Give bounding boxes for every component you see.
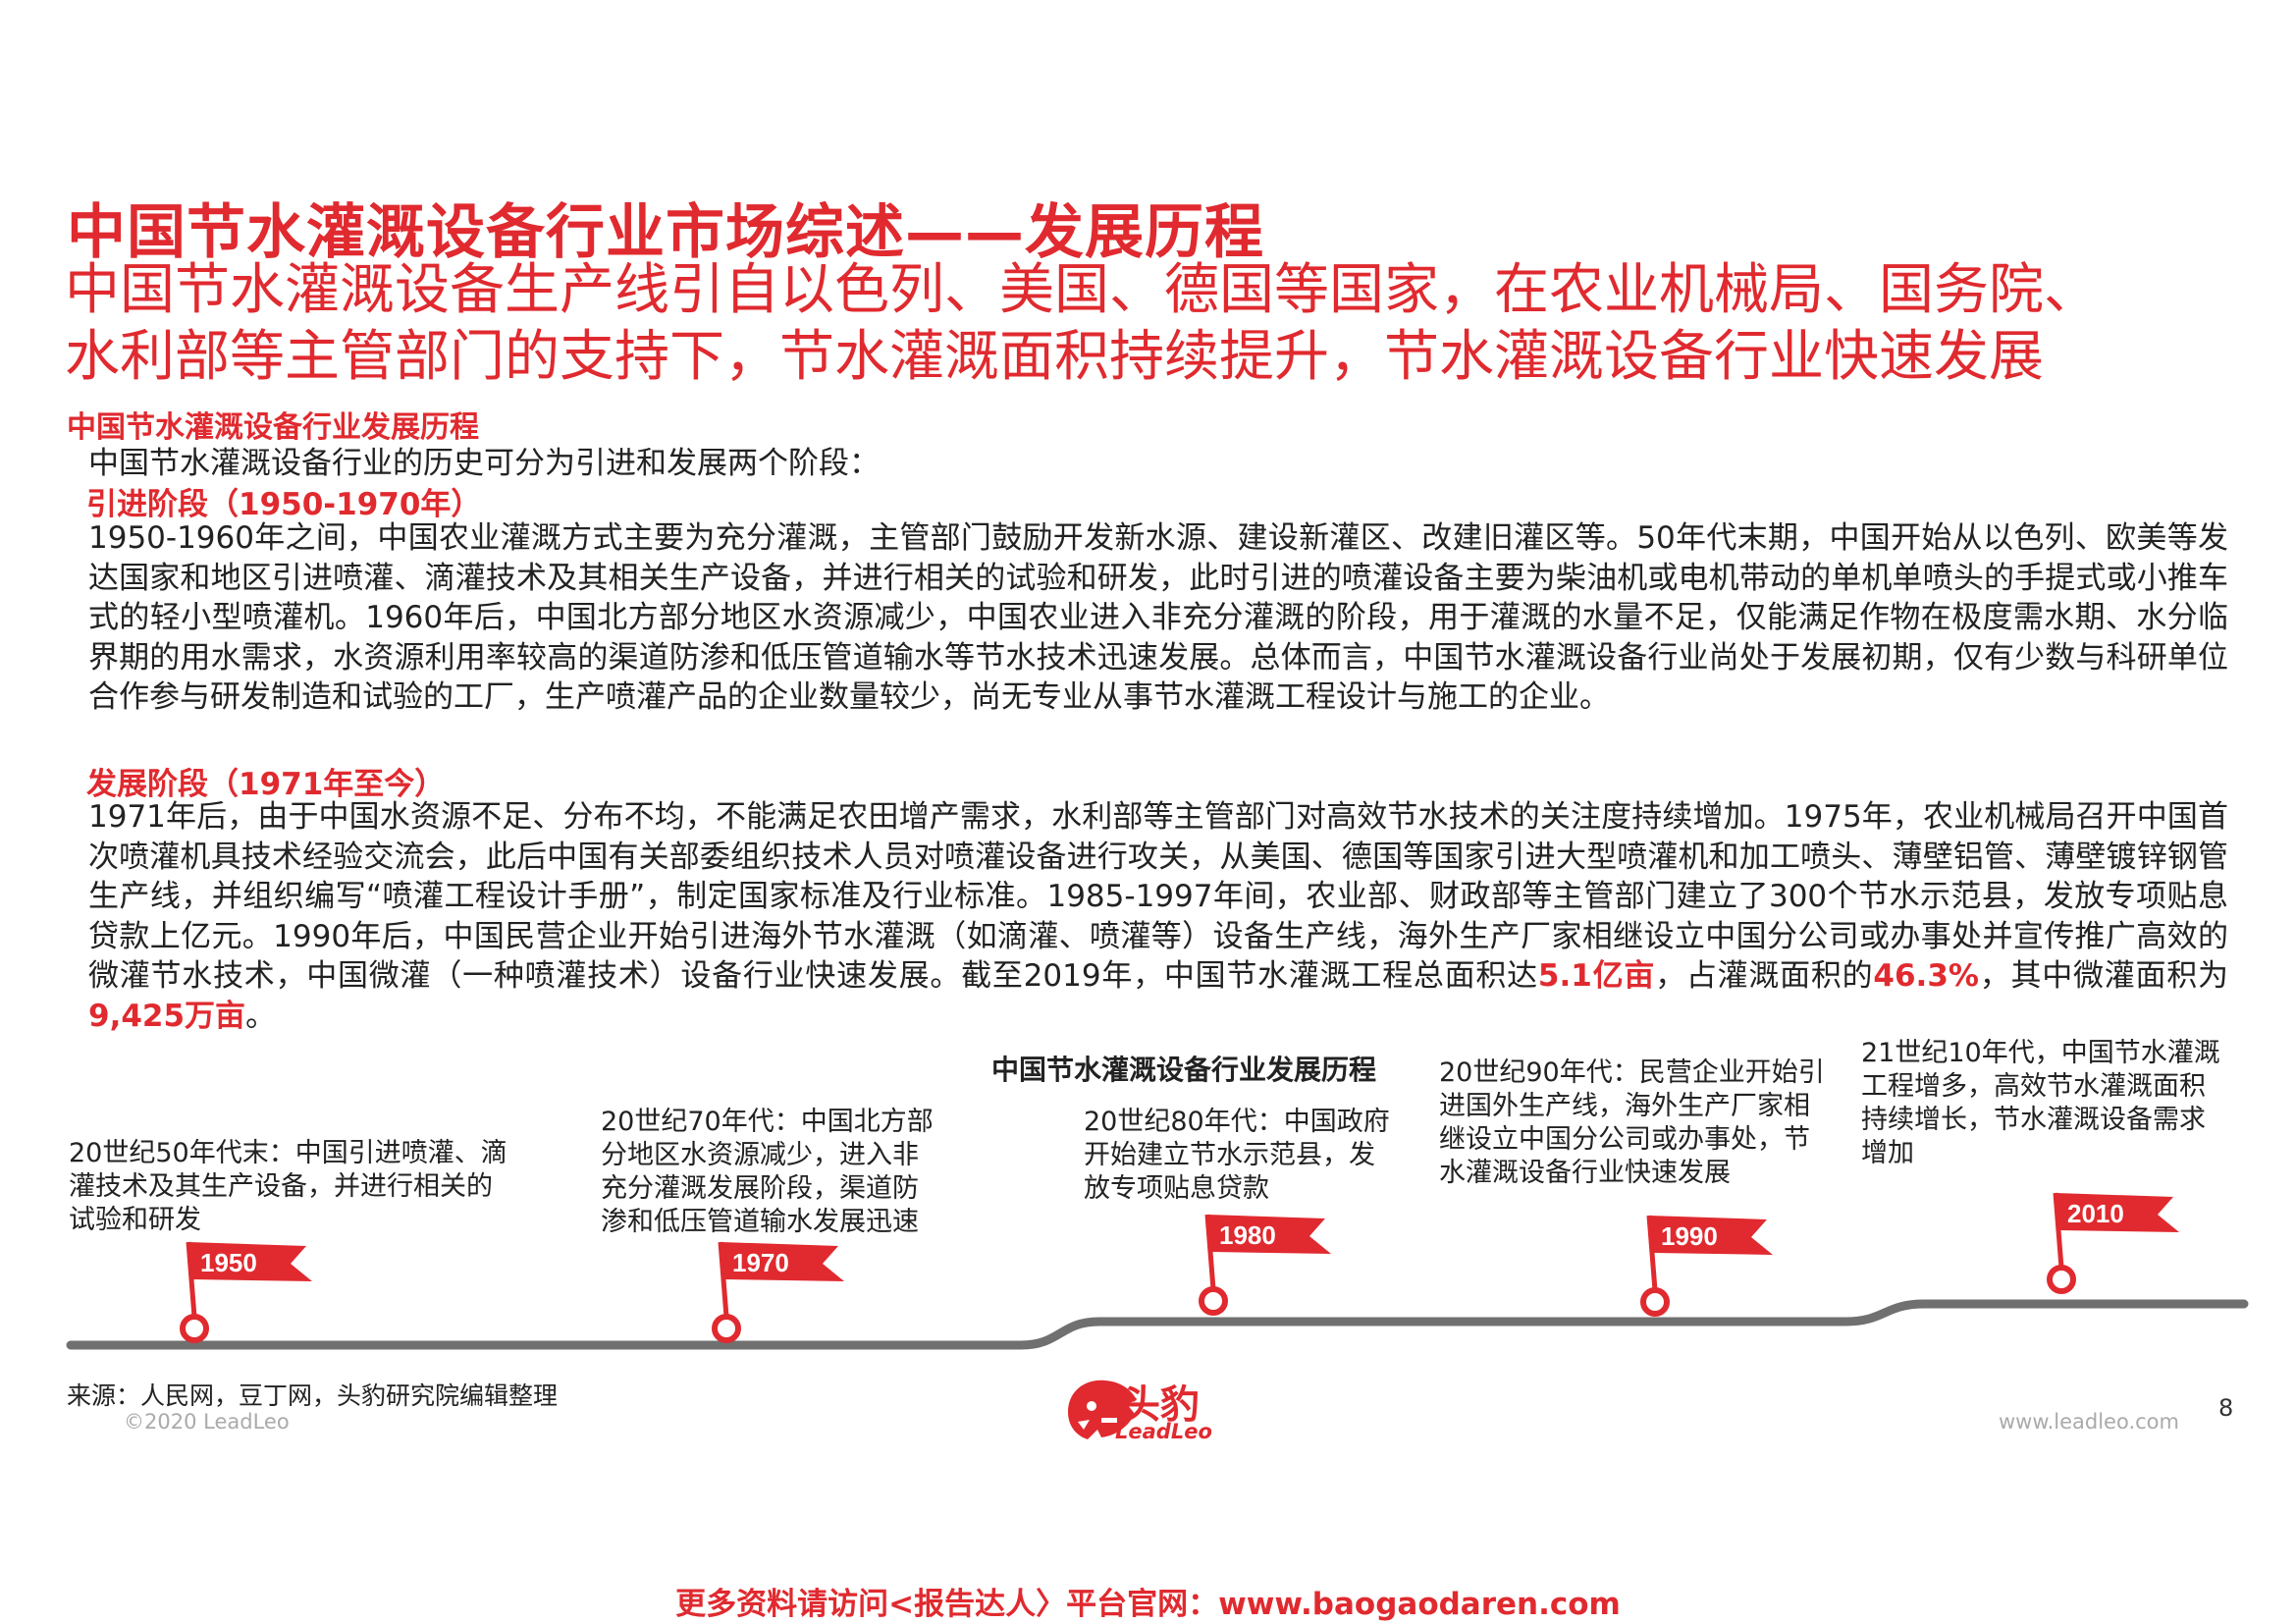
event-text-line: 21世纪10年代，中国节水灌溉 (1861, 1038, 2220, 1068)
event-text-line: 灌技术及其生产设备，并进行相关的 (69, 1171, 493, 1202)
event-text-line: 充分灌溉发展阶段，渠道防 (601, 1173, 919, 1204)
event-text-line: 20世纪70年代：中国北方部 (601, 1107, 934, 1137)
timeline-marker (1640, 1287, 1670, 1317)
timeline-event-1970: 20世纪70年代：中国北方部 分地区水资源减少，进入非 充分灌溉发展阶段，渠道防 渗和… (601, 1106, 934, 1239)
flag-year-label: 1990 (1661, 1221, 1718, 1251)
timeline-event-2010: 21世纪10年代，中国节水灌溉 工程增多，高效节水灌溉面积 持续增长，节水灌溉设备需… (1861, 1037, 2220, 1170)
event-text-line: 20世纪50年代末：中国引进喷灌、滴 (69, 1138, 507, 1168)
event-text-line: 工程增多，高效节水灌溉面积 (1861, 1071, 2206, 1102)
timeline-marker (2047, 1265, 2076, 1294)
timeline-marker (1199, 1286, 1228, 1316)
more-resources-link[interactable]: 更多资料请访问<报告达人〉平台官网：www.baogaodaren.com (0, 1579, 2296, 1623)
timeline-event-1950: 20世纪50年代末：中国引进喷灌、滴 灌技术及其生产设备，并进行相关的 试验和研发 (69, 1137, 507, 1237)
event-text-line: 分地区水资源减少，进入非 (601, 1140, 919, 1170)
event-text-line: 继设立中国分公司或办事处，节 (1439, 1124, 1810, 1155)
event-text-line: 渗和低压管道输水发展迅速 (601, 1207, 919, 1237)
timeline-flag-1950: 1950 (180, 1241, 312, 1343)
page-number: 8 (2218, 1394, 2234, 1422)
event-text-line: 放专项贴息贷款 (1084, 1173, 1269, 1204)
brand-name-en: LeadLeo (1115, 1420, 1212, 1443)
website-link[interactable]: www.leadleo.com (1999, 1410, 2179, 1434)
event-text-line: 20世纪90年代：民营企业开始引 (1439, 1057, 1825, 1088)
timeline-event-1980: 20世纪80年代：中国政府 开始建立节水示范县，发 放专项贴息贷款 (1084, 1106, 1390, 1206)
timeline-road-path (66, 1299, 2249, 1350)
event-text-line: 增加 (1861, 1138, 1914, 1168)
flag-year-label: 1950 (200, 1248, 257, 1277)
event-text-line: 20世纪80年代：中国政府 (1084, 1107, 1390, 1137)
source-note: 来源：人民网，豆丁网，头豹研究院编辑整理 (67, 1381, 559, 1410)
copyright: ©2020 LeadLeo (124, 1410, 290, 1434)
timeline-flag-1970: 1970 (712, 1241, 844, 1343)
timeline-flag-1990: 1990 (1640, 1215, 1773, 1317)
event-text-line: 试验和研发 (69, 1205, 201, 1235)
event-text-line: 开始建立节水示范县，发 (1084, 1140, 1375, 1170)
event-text-line: 进国外生产线，海外生产厂家相 (1439, 1091, 1810, 1121)
timeline-flag-1980: 1980 (1199, 1214, 1331, 1316)
timeline-event-1990: 20世纪90年代：民营企业开始引 进国外生产线，海外生产厂家相 继设立中国分公司或办… (1439, 1056, 1825, 1190)
flag-year-label: 1970 (732, 1248, 789, 1277)
timeline-marker (712, 1314, 741, 1343)
timeline-marker (180, 1314, 209, 1343)
event-text-line: 持续增长，节水灌溉设备需求 (1861, 1105, 2206, 1135)
flag-year-label: 1980 (1219, 1220, 1276, 1250)
event-text-line: 水灌溉设备行业快速发展 (1439, 1158, 1731, 1188)
timeline-flag-2010: 2010 (2047, 1192, 2179, 1294)
flag-year-label: 2010 (2067, 1199, 2124, 1228)
